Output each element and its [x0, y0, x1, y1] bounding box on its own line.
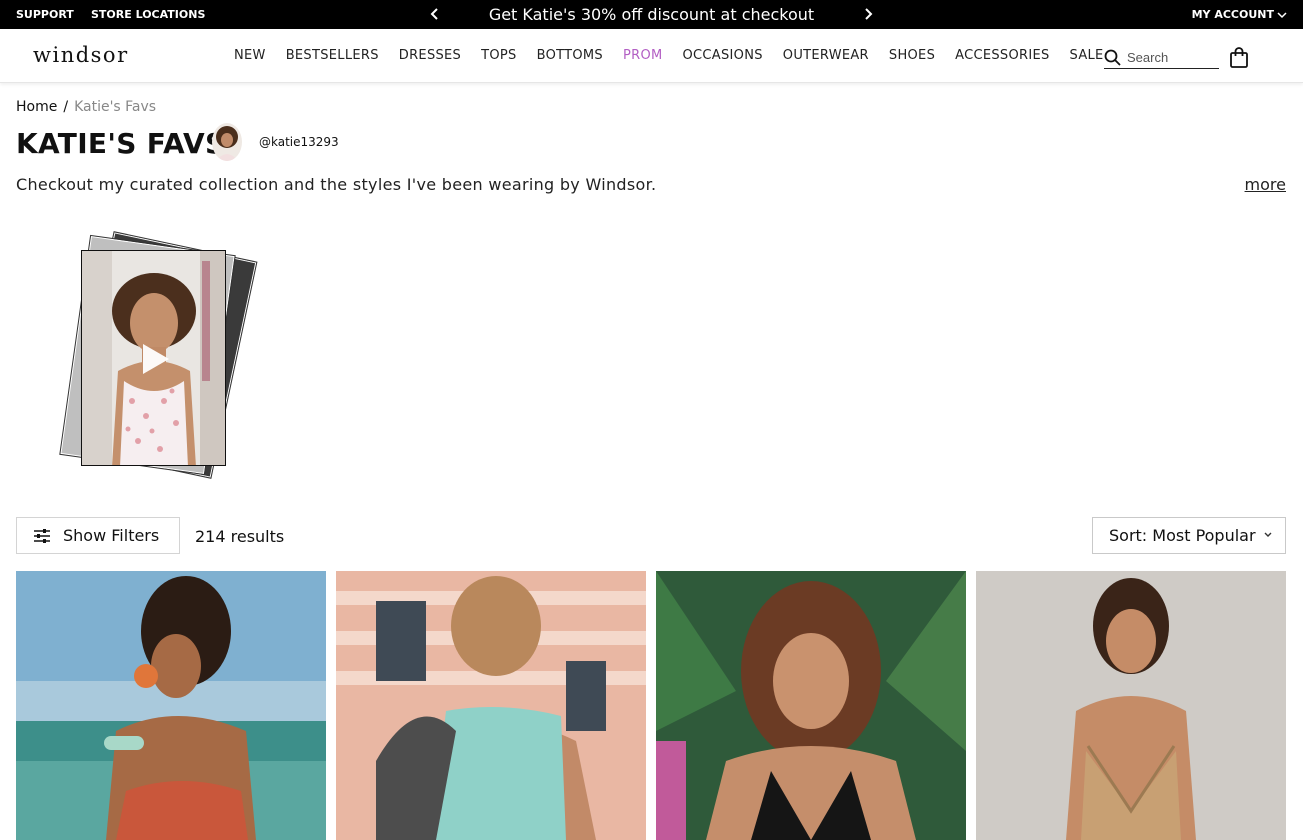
play-icon[interactable]	[137, 341, 173, 377]
product-card[interactable]	[16, 571, 326, 840]
chevron-down-icon	[1277, 11, 1287, 18]
site-header: windsor NEW BESTSELLERS DRESSES TOPS BOT…	[0, 29, 1303, 83]
nav-item-shoes[interactable]: SHOES	[879, 48, 945, 63]
video-story-card[interactable]	[50, 230, 260, 485]
product-image	[656, 571, 966, 840]
promo-bar: SUPPORT STORE LOCATIONS Get Katie's 30% …	[0, 0, 1303, 29]
product-card[interactable]	[336, 571, 646, 840]
nav-item-dresses[interactable]: DRESSES	[389, 48, 471, 63]
show-filters-label: Show Filters	[63, 526, 160, 545]
sort-dropdown[interactable]: Sort: Most Popular	[1092, 517, 1286, 554]
product-grid	[16, 571, 1286, 840]
nav-item-prom[interactable]: PROM	[613, 48, 673, 63]
chevron-down-icon	[1264, 532, 1272, 537]
sort-label: Sort: Most Popular	[1109, 526, 1256, 545]
shopping-bag-icon[interactable]	[1229, 47, 1249, 69]
sliders-icon	[34, 528, 50, 543]
creator-handle[interactable]: @katie13293	[259, 135, 339, 149]
nav-item-occasions[interactable]: OCCASIONS	[673, 48, 773, 63]
breadcrumb-current: Katie's Favs	[74, 99, 157, 115]
nav-item-tops[interactable]: TOPS	[471, 48, 526, 63]
promo-message: Get Katie's 30% off discount at checkout	[488, 5, 815, 24]
search-icon[interactable]	[1104, 49, 1121, 66]
product-image	[976, 571, 1286, 840]
page-title: KATIE'S FAVS	[16, 127, 226, 160]
show-filters-button[interactable]: Show Filters	[16, 517, 180, 554]
chevron-right-icon[interactable]	[860, 6, 876, 22]
main-nav: NEW BESTSELLERS DRESSES TOPS BOTTOMS PRO…	[224, 48, 1114, 63]
nav-item-bestsellers[interactable]: BESTSELLERS	[276, 48, 389, 63]
breadcrumb-separator: /	[63, 99, 69, 115]
product-card[interactable]	[656, 571, 966, 840]
more-link[interactable]: more	[1245, 175, 1286, 194]
breadcrumb-home[interactable]: Home	[16, 99, 57, 115]
results-count: 214 results	[195, 527, 285, 546]
product-image	[336, 571, 646, 840]
my-account-label: MY ACCOUNT	[1191, 8, 1274, 21]
my-account-menu[interactable]: MY ACCOUNT	[1192, 8, 1287, 21]
windsor-logo[interactable]: windsor	[33, 43, 129, 67]
nav-item-outerwear[interactable]: OUTERWEAR	[773, 48, 879, 63]
product-image	[16, 571, 326, 840]
search-box	[1104, 47, 1219, 69]
avatar[interactable]	[212, 123, 242, 161]
nav-item-bottoms[interactable]: BOTTOMS	[527, 48, 613, 63]
nav-item-new[interactable]: NEW	[224, 48, 276, 63]
page-description: Checkout my curated collection and the s…	[16, 175, 657, 194]
product-card[interactable]	[976, 571, 1286, 840]
breadcrumb: Home / Katie's Favs	[16, 99, 156, 115]
nav-item-accessories[interactable]: ACCESSORIES	[945, 48, 1059, 63]
search-input[interactable]	[1127, 50, 1219, 65]
